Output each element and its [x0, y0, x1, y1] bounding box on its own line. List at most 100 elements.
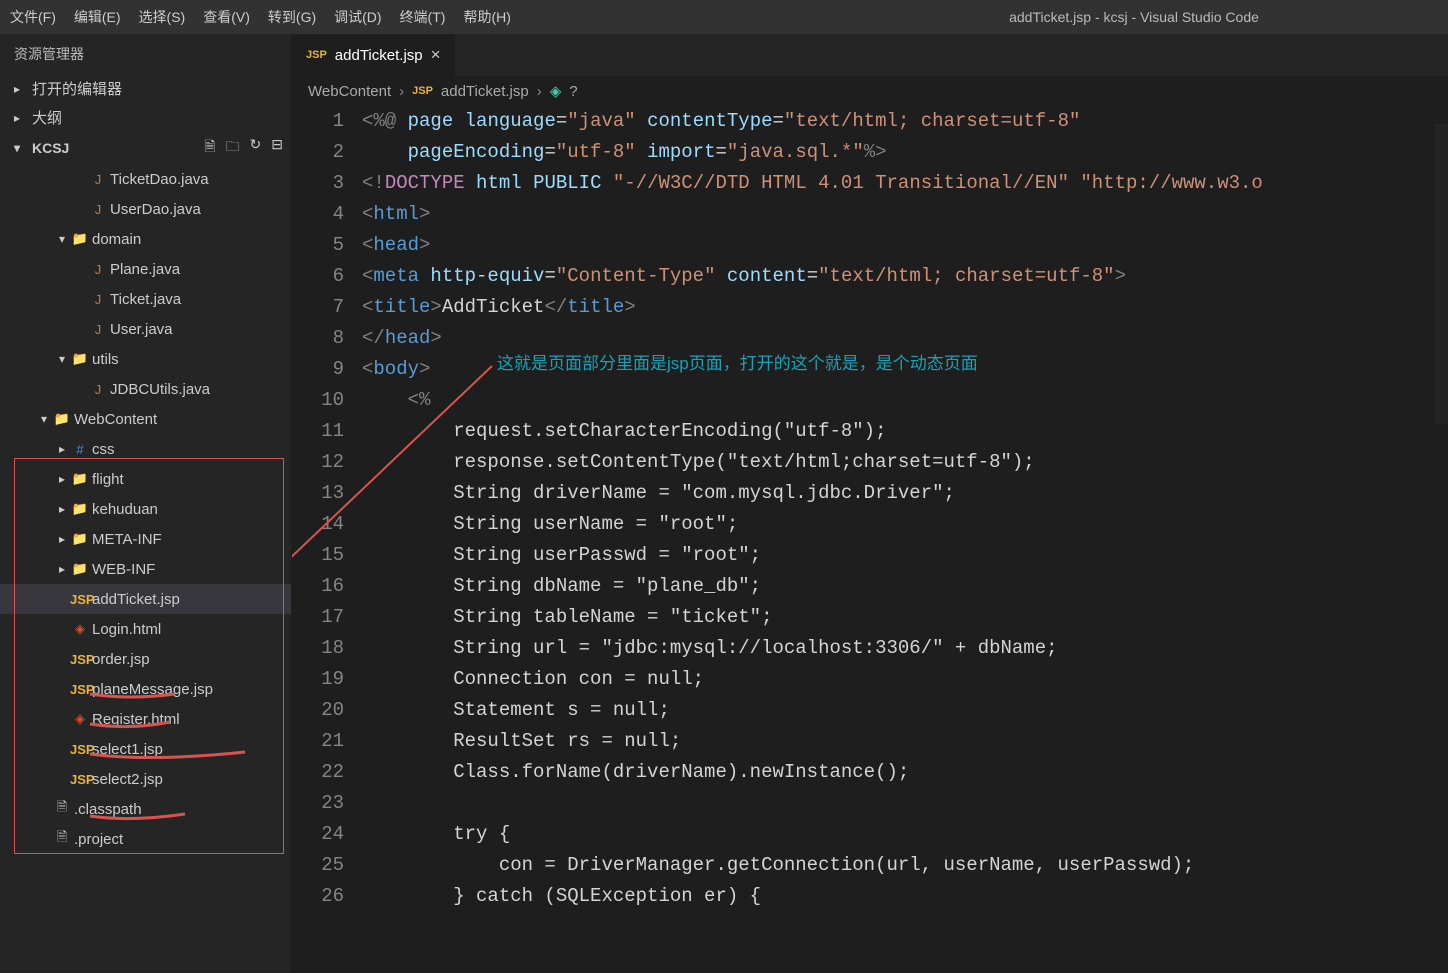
code-line-7[interactable]: <title>AddTicket</title> [362, 292, 1448, 323]
file-tree[interactable]: JTicketDao.javaJUserDao.java▾📁domainJPla… [0, 164, 291, 973]
file-icon: J [88, 172, 108, 187]
tree-item-planemessage-jsp[interactable]: JSPplaneMessage.jsp [0, 674, 291, 704]
code-line-25[interactable]: con = DriverManager.getConnection(url, u… [362, 850, 1448, 881]
code-line-15[interactable]: String userPasswd = "root"; [362, 540, 1448, 571]
main-area: 资源管理器 ▸打开的编辑器 ▸大纲 ▾KCSJ 🗎 🗀 ↻ ⊟ JTicketD… [0, 34, 1448, 973]
code-line-17[interactable]: String tableName = "ticket"; [362, 602, 1448, 633]
tree-item-ticketdao-java[interactable]: JTicketDao.java [0, 164, 291, 194]
tree-item-addticket-jsp[interactable]: JSPaddTicket.jsp [0, 584, 291, 614]
menu-terminal[interactable]: 终端(T) [400, 7, 446, 27]
menu-select[interactable]: 选择(S) [139, 7, 186, 27]
project-section[interactable]: ▾KCSJ 🗎 🗀 ↻ ⊟ [0, 132, 291, 164]
bc-symbol[interactable]: ? [569, 83, 577, 100]
close-icon[interactable]: × [431, 45, 441, 65]
code-line-21[interactable]: ResultSet rs = null; [362, 726, 1448, 757]
tree-item-order-jsp[interactable]: JSPorder.jsp [0, 644, 291, 674]
code-line-13[interactable]: String driverName = "com.mysql.jdbc.Driv… [362, 478, 1448, 509]
tree-item-register-html[interactable]: ◈Register.html [0, 704, 291, 734]
refresh-icon[interactable]: ↻ [250, 136, 262, 160]
code-line-6[interactable]: <meta http-equiv="Content-Type" content=… [362, 261, 1448, 292]
tree-item-flight[interactable]: ▸📁flight [0, 464, 291, 494]
breadcrumb[interactable]: WebContent › JSP addTicket.jsp › ◈ ? [292, 76, 1448, 106]
file-icon: J [88, 262, 108, 277]
menu-items: 文件(F) 编辑(E) 选择(S) 查看(V) 转到(G) 调试(D) 终端(T… [10, 7, 511, 27]
jsp-icon: JSP [412, 85, 433, 97]
menu-view[interactable]: 查看(V) [203, 7, 250, 27]
tree-item-label: Ticket.java [110, 291, 181, 308]
tree-item-css[interactable]: ▸#css [0, 434, 291, 464]
bc-file[interactable]: addTicket.jsp [441, 83, 529, 100]
tree-item--project[interactable]: 🗎.project [0, 824, 291, 854]
tree-item-select1-jsp[interactable]: JSPselect1.jsp [0, 734, 291, 764]
tree-item-meta-inf[interactable]: ▸📁META-INF [0, 524, 291, 554]
tree-item-select2-jsp[interactable]: JSPselect2.jsp [0, 764, 291, 794]
menu-edit[interactable]: 编辑(E) [74, 7, 121, 27]
tree-item-label: css [92, 441, 115, 458]
file-icon: J [88, 382, 108, 397]
tree-item-label: JDBCUtils.java [110, 381, 210, 398]
file-icon: 📁 [52, 411, 72, 427]
chevron-icon: ▾ [36, 412, 52, 426]
code-line-12[interactable]: response.setContentType("text/html;chars… [362, 447, 1448, 478]
code-line-23[interactable] [362, 788, 1448, 819]
code-line-9[interactable]: <body> [362, 354, 1448, 385]
outline-label: 大纲 [32, 107, 62, 128]
tree-item-jdbcutils-java[interactable]: JJDBCUtils.java [0, 374, 291, 404]
code-content[interactable]: <%@ page language="java" contentType="te… [362, 106, 1448, 973]
menu-debug[interactable]: 调试(D) [334, 7, 381, 27]
tree-item-domain[interactable]: ▾📁domain [0, 224, 291, 254]
sidebar: 资源管理器 ▸打开的编辑器 ▸大纲 ▾KCSJ 🗎 🗀 ↻ ⊟ JTicketD… [0, 34, 292, 973]
tree-item-label: WEB-INF [92, 561, 155, 578]
code-line-1[interactable]: <%@ page language="java" contentType="te… [362, 106, 1448, 137]
tree-item-web-inf[interactable]: ▸📁WEB-INF [0, 554, 291, 584]
tree-item-kehuduan[interactable]: ▸📁kehuduan [0, 494, 291, 524]
file-icon: JSP [70, 682, 90, 697]
tree-item-label: Login.html [92, 621, 161, 638]
tree-item-ticket-java[interactable]: JTicket.java [0, 284, 291, 314]
code-line-3[interactable]: <!DOCTYPE html PUBLIC "-//W3C//DTD HTML … [362, 168, 1448, 199]
editor-area: JSP addTicket.jsp × WebContent › JSP add… [292, 34, 1448, 973]
file-icon: # [70, 442, 90, 457]
bc-webcontent[interactable]: WebContent [308, 83, 391, 100]
code-line-24[interactable]: try { [362, 819, 1448, 850]
tree-item-user-java[interactable]: JUser.java [0, 314, 291, 344]
code-line-11[interactable]: request.setCharacterEncoding("utf-8"); [362, 416, 1448, 447]
file-icon: JSP [70, 772, 90, 787]
code-line-5[interactable]: <head> [362, 230, 1448, 261]
new-file-icon[interactable]: 🗎 [204, 136, 215, 160]
menu-help[interactable]: 帮助(H) [463, 7, 510, 27]
code-line-20[interactable]: Statement s = null; [362, 695, 1448, 726]
code-line-4[interactable]: <html> [362, 199, 1448, 230]
code-line-26[interactable]: } catch (SQLException er) { [362, 881, 1448, 912]
tree-item-plane-java[interactable]: JPlane.java [0, 254, 291, 284]
outline-section[interactable]: ▸大纲 [0, 103, 291, 132]
explorer-toolbar: 🗎 🗀 ↻ ⊟ [204, 136, 283, 160]
code-line-10[interactable]: <% [362, 385, 1448, 416]
collapse-icon[interactable]: ⊟ [271, 136, 283, 160]
tab-bar: JSP addTicket.jsp × [292, 34, 1448, 76]
tree-item--classpath[interactable]: 🗎.classpath [0, 794, 291, 824]
open-editors-section[interactable]: ▸打开的编辑器 [0, 74, 291, 103]
chevron-icon: ▸ [54, 472, 70, 486]
code-line-18[interactable]: String url = "jdbc:mysql://localhost:330… [362, 633, 1448, 664]
code-line-2[interactable]: pageEncoding="utf-8" import="java.sql.*"… [362, 137, 1448, 168]
chevron-right-icon: › [537, 83, 542, 100]
tree-item-webcontent[interactable]: ▾📁WebContent [0, 404, 291, 434]
code-editor[interactable]: 1234567891011121314151617181920212223242… [292, 106, 1448, 973]
code-line-16[interactable]: String dbName = "plane_db"; [362, 571, 1448, 602]
tab-addticket[interactable]: JSP addTicket.jsp × [292, 34, 456, 76]
tree-item-login-html[interactable]: ◈Login.html [0, 614, 291, 644]
tree-item-utils[interactable]: ▾📁utils [0, 344, 291, 374]
minimap[interactable] [1434, 124, 1448, 424]
menu-file[interactable]: 文件(F) [10, 7, 56, 27]
chevron-right-icon: › [399, 83, 404, 100]
code-line-8[interactable]: </head> [362, 323, 1448, 354]
code-line-19[interactable]: Connection con = null; [362, 664, 1448, 695]
file-icon: ◈ [70, 711, 90, 727]
new-folder-icon[interactable]: 🗀 [226, 136, 240, 160]
tree-item-userdao-java[interactable]: JUserDao.java [0, 194, 291, 224]
code-line-14[interactable]: String userName = "root"; [362, 509, 1448, 540]
code-line-22[interactable]: Class.forName(driverName).newInstance(); [362, 757, 1448, 788]
menu-goto[interactable]: 转到(G) [268, 7, 316, 27]
file-icon: J [88, 202, 108, 217]
